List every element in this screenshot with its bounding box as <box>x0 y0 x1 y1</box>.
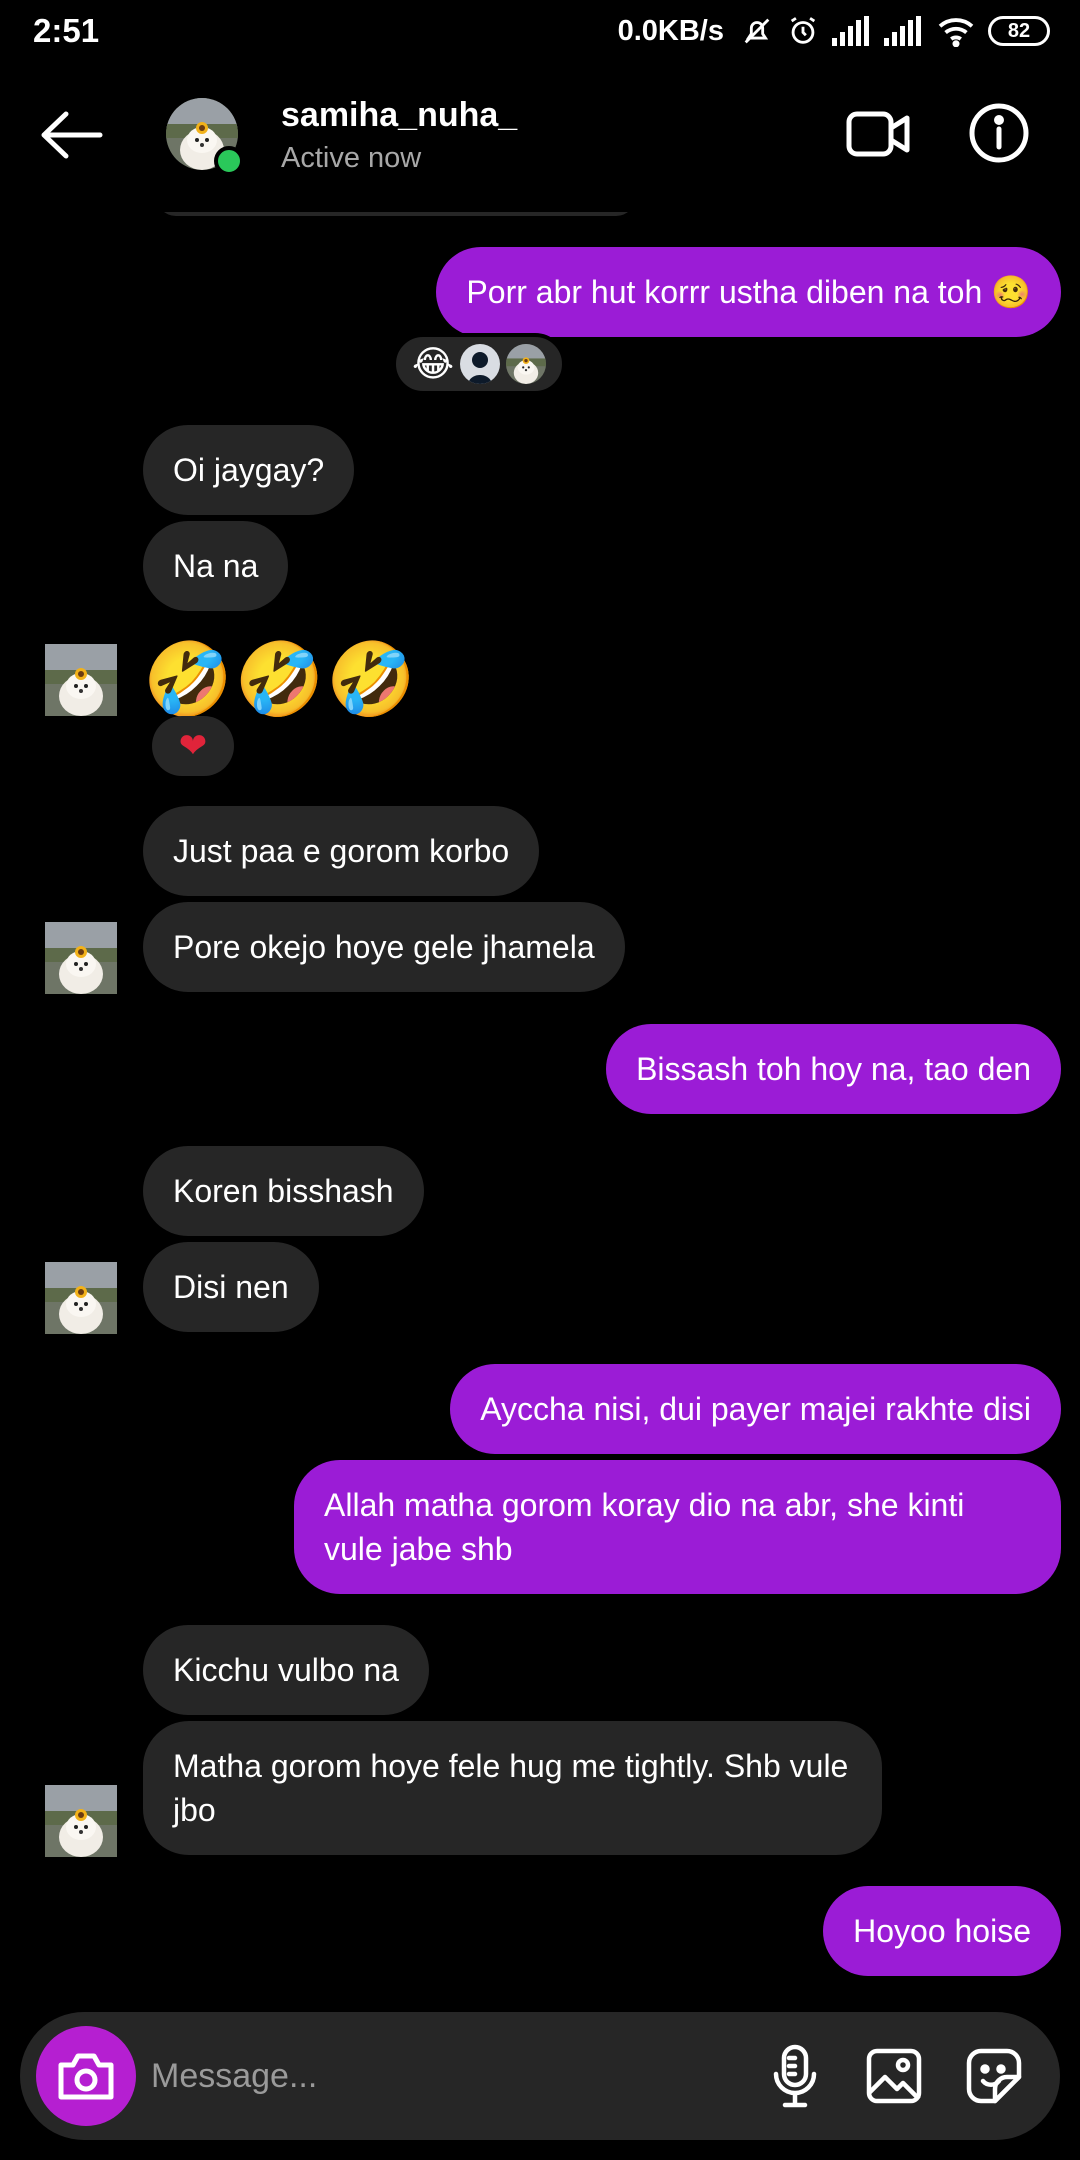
sender-avatar[interactable] <box>45 644 117 716</box>
image-icon <box>866 2048 922 2104</box>
reactor-avatar-dog <box>506 344 546 384</box>
chat-header: samiha_nuha_ Active now <box>0 62 1080 212</box>
message-bubble-incoming[interactable]: Na na <box>143 521 289 611</box>
message-bubble-incoming[interactable]: Matha gorom hoye fele hug me tightly. Sh… <box>143 1721 882 1855</box>
camera-button[interactable] <box>36 2026 136 2126</box>
message-bubble-incoming[interactable]: Oi jaygay? <box>143 425 355 515</box>
sender-avatar[interactable] <box>45 1262 117 1334</box>
message-bubble-outgoing[interactable]: Bissash toh hoy na, tao den <box>606 1024 1061 1114</box>
heart-reaction-icon[interactable]: ❤ <box>152 716 234 776</box>
message-input[interactable] <box>151 2042 711 2110</box>
contact-username[interactable]: samiha_nuha_ <box>281 96 517 135</box>
mute-icon <box>744 18 770 44</box>
network-speed: 0.0KB/s <box>617 14 724 47</box>
message-bubble-incoming[interactable]: Disi nen <box>143 1242 319 1332</box>
battery-indicator: 82 <box>988 16 1050 46</box>
signal-icon <box>832 16 869 46</box>
status-bar: 2:51 0.0KB/s 82 <box>0 0 1080 62</box>
info-icon[interactable] <box>968 102 1030 164</box>
sender-avatar[interactable] <box>45 1785 117 1857</box>
contact-status: Active now <box>281 142 422 174</box>
alarm-icon <box>790 17 816 44</box>
contact-avatar[interactable] <box>166 98 244 176</box>
message-bubble-incoming[interactable]: Just paa e gorom korbo <box>143 806 540 896</box>
video-call-icon[interactable] <box>846 108 910 160</box>
message-bubble-outgoing[interactable]: Hoyoo hoise <box>823 1886 1061 1976</box>
message-bubble-outgoing[interactable]: Ayccha nisi, dui payer majei rakhte disi <box>450 1364 1061 1454</box>
signal-icon-2 <box>884 16 921 46</box>
message-bubble-incoming[interactable]: Pore okejo hoye gele jhamela <box>143 902 625 992</box>
reaction-laugh-icon: 😂 <box>411 343 455 384</box>
camera-icon <box>58 2053 114 2100</box>
microphone-icon <box>773 2044 817 2108</box>
reactor-avatar <box>460 344 501 384</box>
message-composer <box>20 2012 1060 2140</box>
message-bubble-incoming[interactable]: Kicchu vulbo na <box>143 1625 429 1715</box>
sender-avatar[interactable] <box>45 922 117 994</box>
voice-message-button[interactable] <box>755 2036 835 2116</box>
status-time: 2:51 <box>33 12 100 49</box>
status-icons: 0.0KB/s 82 <box>618 10 1050 52</box>
emoji-message[interactable]: 🤣🤣🤣 <box>143 640 418 720</box>
back-arrow-icon[interactable] <box>38 110 104 160</box>
sticker-button[interactable] <box>954 2036 1034 2116</box>
message-bubble-incoming[interactable]: Koren bisshash <box>143 1146 424 1236</box>
sticker-icon <box>966 2048 1022 2104</box>
online-indicator <box>214 146 244 176</box>
message-bubble-outgoing[interactable]: Porr abr hut korrr ustha diben na toh 🥴 <box>436 247 1061 337</box>
message-reactions[interactable]: 😂 <box>392 333 566 395</box>
gallery-button[interactable] <box>854 2036 934 2116</box>
wifi-icon <box>938 18 974 47</box>
message-bubble-outgoing[interactable]: Allah matha gorom koray dio na abr, she … <box>294 1460 1061 1594</box>
